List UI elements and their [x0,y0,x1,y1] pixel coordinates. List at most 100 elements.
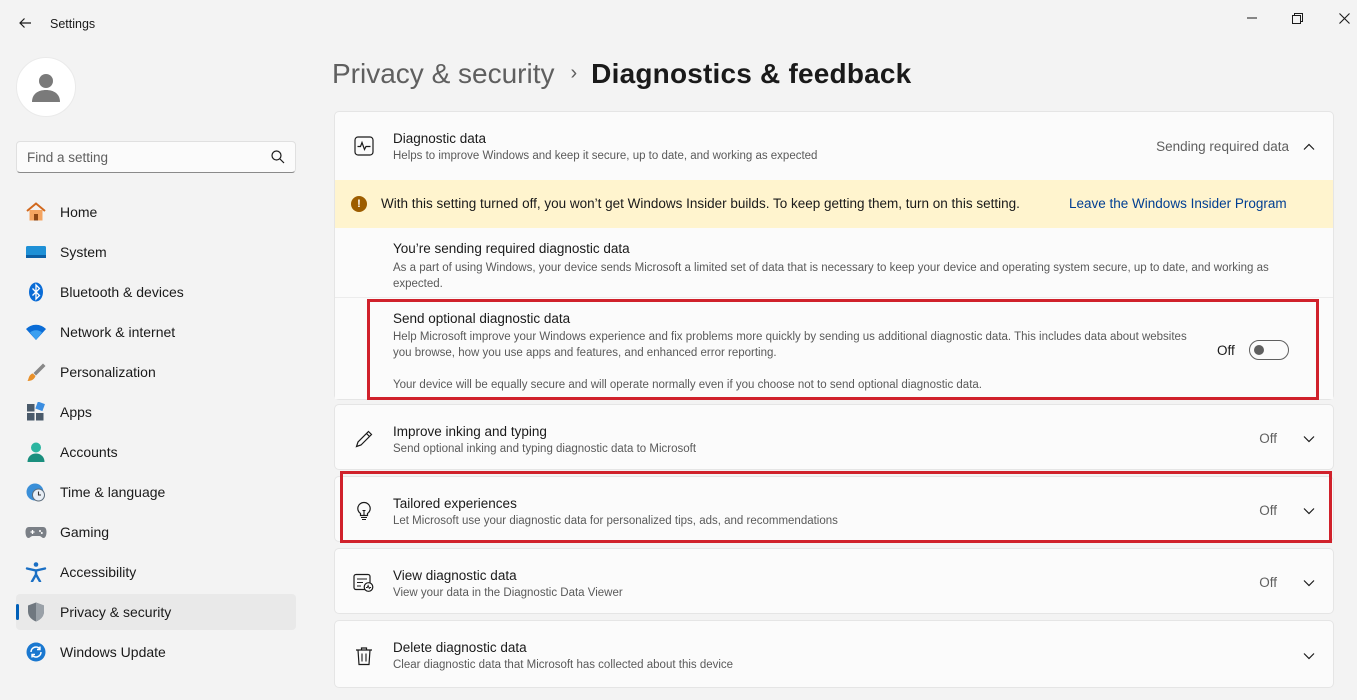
chevron-down-icon[interactable] [1302,432,1316,446]
back-button[interactable] [14,12,36,34]
card-title: Delete diagnostic data [393,640,527,655]
pen-icon [353,428,375,450]
card-description: View your data in the Diagnostic Data Vi… [393,587,623,599]
sidebar-item-label: Bluetooth & devices [60,284,184,300]
card-title: View diagnostic data [393,568,517,583]
optional-toggle-label: Off [1217,343,1235,358]
insider-warning-bar: ! With this setting turned off, you won’… [335,180,1333,228]
warning-icon: ! [351,196,367,212]
optional-data-title: Send optional diagnostic data [393,311,571,326]
warning-text: With this setting turned off, you won’t … [381,196,1020,211]
diagnostic-data-card: Diagnostic data Helps to improve Windows… [334,111,1334,400]
sidebar-item-time-language[interactable]: Time & language [16,474,296,510]
card-description: Send optional inking and typing diagnost… [393,443,697,455]
breadcrumb-parent[interactable]: Privacy & security [332,58,555,90]
maximize-icon [1291,12,1303,24]
sidebar-nav: Home System Bluetooth & devices Network … [16,194,296,674]
shield-icon [25,602,47,622]
chevron-down-icon[interactable] [1302,649,1316,663]
data-viewer-icon [353,572,375,594]
sidebar-item-label: Network & internet [60,324,176,340]
card-title: Tailored experiences [393,496,517,511]
sidebar-item-label: Gaming [60,524,110,540]
user-icon [32,74,60,102]
sidebar-item-label: System [60,244,107,260]
sidebar-item-personalization[interactable]: Personalization [16,354,296,390]
improve-inking-typing-card[interactable]: Improve inking and typing Send optional … [334,404,1334,470]
leave-insider-program-link[interactable]: Leave the Windows Insider Program [1069,196,1287,211]
maximize-button[interactable] [1287,8,1307,28]
sidebar-item-label: Privacy & security [60,604,172,620]
home-icon [25,202,47,222]
optional-data-toggle[interactable] [1249,340,1289,360]
diagnostic-pulse-icon [353,135,375,157]
sidebar-item-apps[interactable]: Apps [16,394,296,430]
sidebar-item-accessibility[interactable]: Accessibility [16,554,296,590]
sidebar-item-label: Apps [60,404,92,420]
card-description: Let Microsoft use your diagnostic data f… [393,515,838,527]
card-title: Diagnostic data [393,131,487,146]
apps-icon [25,402,47,422]
minimize-button[interactable] [1242,8,1262,28]
user-avatar[interactable] [16,57,76,117]
time-language-icon [25,482,47,502]
chevron-down-icon[interactable] [1302,504,1316,518]
sidebar-item-label: Windows Update [60,644,166,660]
sidebar-item-home[interactable]: Home [16,194,296,230]
card-title: Improve inking and typing [393,424,547,439]
view-diagnostic-data-card[interactable]: View diagnostic data View your data in t… [334,548,1334,614]
optional-data-note: Your device will be equally secure and w… [393,379,982,391]
sidebar-item-label: Accounts [60,444,118,460]
wifi-icon [25,322,47,342]
card-description: Clear diagnostic data that Microsoft has… [393,659,734,671]
diagnostic-status: Sending required data [1156,139,1289,154]
sidebar-item-bluetooth-devices[interactable]: Bluetooth & devices [16,274,296,310]
system-icon [25,242,47,262]
minimize-icon [1247,17,1257,19]
search-icon[interactable] [271,150,285,164]
sidebar-item-label: Personalization [60,364,156,380]
card-description: Helps to improve Windows and keep it sec… [393,150,818,162]
app-title: Settings [50,17,96,31]
breadcrumb-separator: › [570,61,578,84]
optional-data-section: Send optional diagnostic data Help Micro… [335,299,1333,399]
accessibility-icon [25,562,47,582]
accounts-icon [25,442,47,462]
breadcrumb: Privacy & security › Diagnostics & feedb… [332,58,911,90]
card-status: Off [1259,575,1277,590]
diagnostic-data-header[interactable]: Diagnostic data Helps to improve Windows… [335,112,1333,180]
close-button[interactable] [1334,8,1354,28]
brush-icon [25,362,47,382]
gamepad-icon [25,522,47,542]
trash-icon [353,645,375,667]
close-icon [1338,12,1350,24]
delete-diagnostic-data-card[interactable]: Delete diagnostic data Clear diagnostic … [334,620,1334,688]
required-data-title: You’re sending required diagnostic data [393,241,630,256]
sidebar-item-label: Accessibility [60,564,137,580]
sidebar-item-label: Home [60,204,98,220]
page-title: Diagnostics & feedback [591,58,912,89]
update-icon [25,642,47,662]
required-data-section: You’re sending required diagnostic data … [335,228,1333,298]
search-box[interactable]: Find a setting [16,141,296,173]
sidebar-item-accounts[interactable]: Accounts [16,434,296,470]
sidebar-item-privacy-security[interactable]: Privacy & security [16,594,296,630]
card-status: Off [1259,431,1277,446]
tailored-experiences-card[interactable]: Tailored experiences Let Microsoft use y… [334,476,1334,542]
search-input[interactable]: Find a setting [27,150,108,165]
sidebar-item-gaming[interactable]: Gaming [16,514,296,550]
card-status: Off [1259,503,1277,518]
required-data-description: As a part of using Windows, your device … [393,262,1269,290]
sidebar-item-label: Time & language [60,484,166,500]
lightbulb-icon [353,500,375,522]
toggle-knob [1254,345,1264,355]
sidebar-item-network-internet[interactable]: Network & internet [16,314,296,350]
sidebar-item-windows-update[interactable]: Windows Update [16,634,296,670]
chevron-up-icon[interactable] [1302,140,1316,154]
chevron-down-icon[interactable] [1302,576,1316,590]
optional-data-description: Help Microsoft improve your Windows expe… [393,331,1187,359]
title-bar: Settings [0,0,1357,48]
bluetooth-icon [25,282,47,302]
back-arrow-icon [19,18,31,28]
sidebar-item-system[interactable]: System [16,234,296,270]
